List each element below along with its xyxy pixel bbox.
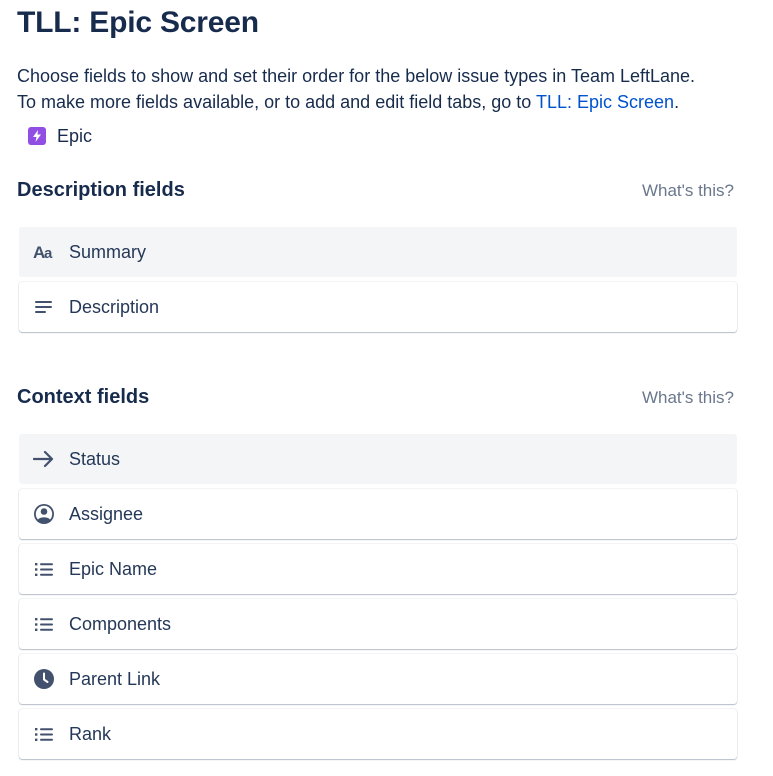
field-assignee[interactable]: Assignee [19,489,737,539]
context-fields-title: Context fields [17,386,150,408]
field-label: Description [69,296,160,317]
field-label: Assignee [69,503,144,524]
description-whats-this-link[interactable]: What's this? [642,181,734,201]
screen-config-page: TLL: Epic Screen Choose fields to show a… [0,0,773,776]
arrow-right-icon [19,450,69,468]
issue-type-label: Epic [57,125,93,146]
bulleted-list-icon [19,617,69,632]
description-line-2-end: . [674,92,680,112]
field-label: Components [69,613,172,634]
context-field-list: Status Assignee Epic Name Components Par… [19,434,737,759]
paragraph-lines-icon [19,300,69,314]
field-description[interactable]: Description [19,282,737,332]
field-rank[interactable]: Rank [19,709,737,759]
description-line-2: To make more fields available, or to add… [17,89,737,115]
field-label: Summary [69,241,147,262]
description-line-1: Choose fields to show and set their orde… [17,66,696,86]
field-label: Parent Link [69,668,161,689]
field-components[interactable]: Components [19,599,737,649]
field-epic-name[interactable]: Epic Name [19,544,737,594]
field-label: Status [69,448,121,469]
context-fields-header: Context fields What's this? [17,386,737,409]
description-fields-title: Description fields [17,179,185,201]
context-fields-section: Context fields What's this? Status Assig… [17,386,737,759]
context-whats-this-link[interactable]: What's this? [642,388,734,408]
screen-link[interactable]: TLL: Epic Screen [536,92,674,112]
field-summary: A a Summary [19,227,737,277]
user-avatar-icon [19,503,69,525]
field-label: Epic Name [69,558,158,579]
description-line-2-text: To make more fields available, or to add… [17,92,536,112]
page-description: Choose fields to show and set their orde… [17,63,737,115]
svg-text:a: a [44,245,53,261]
bulleted-list-icon [19,727,69,742]
bulleted-list-icon [19,562,69,577]
clock-icon [19,668,69,690]
description-field-list: A a Summary Description [19,227,737,332]
page-title: TLL: Epic Screen [17,6,259,39]
text-aa-icon: A a [19,243,69,261]
description-fields-section: Description fields What's this? A a Summ… [17,179,737,332]
lightning-bolt-icon [28,127,46,145]
field-parent-link[interactable]: Parent Link [19,654,737,704]
field-label: Rank [69,723,112,744]
issue-type-epic: Epic [28,124,737,148]
description-fields-header: Description fields What's this? [17,179,737,202]
field-status: Status [19,434,737,484]
